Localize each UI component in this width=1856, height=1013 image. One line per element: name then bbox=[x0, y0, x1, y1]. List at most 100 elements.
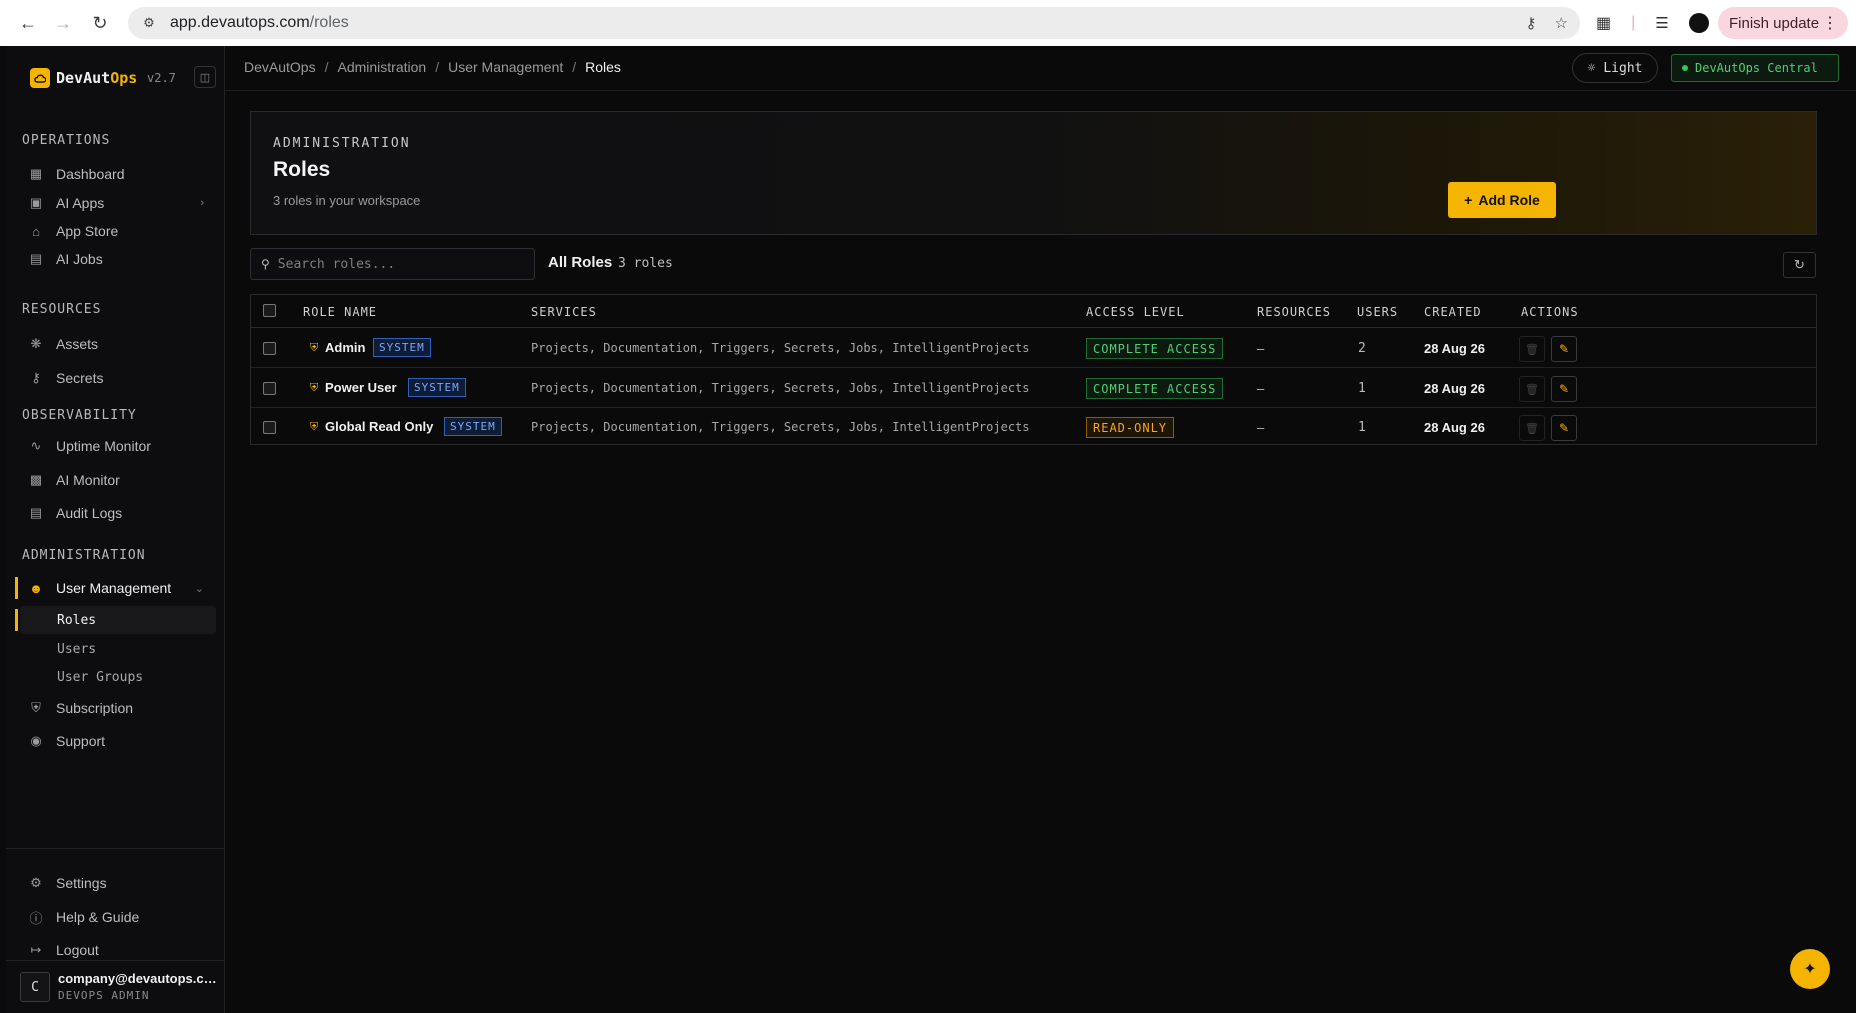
breadcrumb-item[interactable]: User Management bbox=[448, 59, 563, 75]
app-page: DevAutOps v2.7 ◫ OPERATIONS ▦ Dashboard ▣… bbox=[6, 46, 1856, 1013]
sidebar-item-settings[interactable]: ⚙ Settings bbox=[20, 868, 216, 898]
search-input[interactable] bbox=[277, 256, 518, 272]
column-header-resources[interactable]: RESOURCES bbox=[1257, 305, 1331, 319]
access-level-badge: READ-ONLY bbox=[1086, 417, 1175, 438]
sidebar-item-dashboard[interactable]: ▦ Dashboard bbox=[20, 159, 216, 189]
column-header-role-name[interactable]: ROLE NAME bbox=[303, 305, 377, 319]
password-key-icon[interactable]: ⚷ bbox=[1526, 14, 1537, 32]
sidebar-item-label: Uptime Monitor bbox=[56, 438, 151, 454]
role-name[interactable]: Admin bbox=[325, 340, 365, 355]
role-name[interactable]: Global Read Only bbox=[325, 419, 433, 434]
sidebar-item-label: Support bbox=[56, 733, 106, 749]
role-resources: – bbox=[1257, 381, 1265, 396]
role-name[interactable]: Power User bbox=[325, 380, 397, 395]
site-settings-icon[interactable]: ⚙ bbox=[138, 12, 160, 34]
sidebar-item-label: App Store bbox=[56, 223, 119, 239]
role-created: 28 Aug 26 bbox=[1424, 341, 1485, 356]
collapse-sidebar-icon[interactable]: ◫ bbox=[194, 66, 216, 88]
reload-icon[interactable]: ↻ bbox=[83, 6, 117, 40]
section-resources: RESOURCES bbox=[22, 302, 102, 317]
toolbar-divider: | bbox=[1631, 14, 1636, 31]
sidebar-item-ai-jobs[interactable]: ▤ AI Jobs bbox=[20, 244, 216, 274]
avatar[interactable]: C bbox=[20, 972, 50, 1002]
gear-icon: ⚙ bbox=[30, 875, 42, 890]
sidebar-item-label: AI Jobs bbox=[56, 251, 103, 267]
breadcrumb-item[interactable]: DevAutOps bbox=[244, 59, 316, 75]
shield-icon: ⛨ bbox=[310, 342, 319, 354]
grid-icon: ▦ bbox=[29, 166, 43, 181]
breadcrumb: DevAutOps / Administration / User Manage… bbox=[244, 59, 621, 75]
environment-badge[interactable]: DevAutOps Central bbox=[1671, 54, 1839, 82]
search-field[interactable]: ⚲ bbox=[250, 248, 535, 280]
column-header-created[interactable]: CREATED bbox=[1424, 305, 1482, 319]
sidebar-item-ai-monitor[interactable]: ▩ AI Monitor bbox=[20, 465, 216, 495]
sidebar-item-roles[interactable]: Roles bbox=[20, 606, 216, 634]
theme-toggle-label: Light bbox=[1603, 60, 1643, 76]
cube-icon: ❋ bbox=[30, 336, 42, 351]
sidebar-item-subscription[interactable]: ⛨ Subscription bbox=[20, 693, 216, 723]
sidebar-divider bbox=[6, 960, 225, 961]
system-badge: SYSTEM bbox=[373, 338, 431, 357]
sidebar-item-ai-apps[interactable]: ▣ AI Apps › bbox=[20, 188, 216, 218]
bookmark-star-icon[interactable]: ☆ bbox=[1555, 14, 1568, 32]
add-role-button[interactable]: + Add Role bbox=[1448, 182, 1556, 218]
more-menu-icon[interactable]: ⋮ bbox=[1822, 13, 1838, 33]
table-row[interactable]: ⛨ Power User SYSTEM Projects, Documentat… bbox=[251, 369, 1816, 408]
address-bar[interactable]: ⚙ app.devautops.com/roles ⚷ ☆ bbox=[128, 7, 1580, 39]
user-role: DEVOPS ADMIN bbox=[58, 989, 150, 1002]
table-row[interactable]: ⛨ Admin SYSTEM Projects, Documentation, … bbox=[251, 329, 1816, 368]
sidebar-item-label: Secrets bbox=[56, 370, 104, 386]
access-level-badge: COMPLETE ACCESS bbox=[1086, 338, 1224, 359]
edit-pencil-icon[interactable]: ✎ bbox=[1551, 415, 1577, 441]
delete-icon: 🗑 bbox=[1519, 336, 1545, 362]
sidebar-item-app-store[interactable]: ⌂ App Store bbox=[20, 216, 216, 246]
sidebar-item-audit-logs[interactable]: ▤ Audit Logs bbox=[20, 498, 216, 528]
edit-pencil-icon[interactable]: ✎ bbox=[1551, 376, 1577, 402]
select-all-checkbox[interactable] bbox=[263, 304, 276, 317]
sidebar-item-label: Audit Logs bbox=[56, 505, 123, 521]
role-count: 3 roles bbox=[618, 256, 673, 271]
brand[interactable]: DevAutOps bbox=[30, 68, 137, 88]
brand-name: DevAutOps bbox=[56, 69, 138, 87]
sun-icon: ☼ bbox=[1587, 60, 1596, 76]
table-row[interactable]: ⛨ Global Read Only SYSTEM Projects, Docu… bbox=[251, 408, 1816, 447]
extensions-icon[interactable]: ▦ bbox=[1596, 13, 1611, 33]
sidebar-item-support[interactable]: ◉ Support bbox=[20, 726, 216, 756]
sidebar-item-help[interactable]: ⓘ Help & Guide bbox=[20, 902, 216, 932]
sidebar-item-label: Settings bbox=[56, 875, 107, 891]
breadcrumb-separator: / bbox=[572, 59, 577, 75]
sidebar-item-user-groups[interactable]: User Groups bbox=[20, 663, 216, 691]
edit-pencil-icon[interactable]: ✎ bbox=[1551, 336, 1577, 362]
row-checkbox[interactable] bbox=[263, 421, 276, 434]
sidebar: DevAutOps v2.7 ◫ OPERATIONS ▦ Dashboard ▣… bbox=[6, 46, 225, 1013]
finish-update-button[interactable]: Finish update ⋮ bbox=[1718, 7, 1848, 39]
window-icon: ▣ bbox=[29, 195, 43, 210]
search-icon: ⚲ bbox=[261, 257, 270, 271]
sidebar-item-secrets[interactable]: ⚷ Secrets bbox=[20, 363, 216, 393]
back-icon[interactable]: ← bbox=[11, 6, 45, 40]
url-text: app.devautops.com/roles bbox=[170, 14, 349, 31]
sidebar-item-user-management[interactable]: ☻ User Management ⌄ bbox=[20, 573, 216, 603]
row-checkbox[interactable] bbox=[263, 382, 276, 395]
refresh-icon[interactable]: ↻ bbox=[1783, 252, 1816, 278]
forward-icon[interactable]: → bbox=[46, 6, 80, 40]
sidebar-item-users[interactable]: Users bbox=[20, 635, 216, 663]
ai-assistant-sparkle-icon[interactable]: ✦ bbox=[1790, 949, 1830, 989]
sidebar-item-label: Assets bbox=[56, 336, 99, 352]
row-checkbox[interactable] bbox=[263, 342, 276, 355]
store-icon: ⌂ bbox=[32, 223, 40, 239]
column-header-services[interactable]: SERVICES bbox=[531, 305, 597, 319]
sidebar-item-uptime-monitor[interactable]: ∿ Uptime Monitor bbox=[20, 431, 216, 461]
media-queue-icon[interactable]: ☰ bbox=[1655, 14, 1668, 32]
page-subtitle: 3 roles in your workspace bbox=[273, 193, 421, 208]
column-header-access-level[interactable]: ACCESS LEVEL bbox=[1086, 305, 1185, 319]
role-services: Projects, Documentation, Triggers, Secre… bbox=[531, 420, 1030, 434]
access-level-badge: COMPLETE ACCESS bbox=[1086, 378, 1224, 399]
role-users: 1 bbox=[1358, 420, 1366, 435]
sidebar-item-assets[interactable]: ❋ Assets bbox=[20, 329, 216, 359]
breadcrumb-item[interactable]: Administration bbox=[337, 59, 426, 75]
page-title: Roles bbox=[273, 158, 331, 181]
theme-toggle-button[interactable]: ☼ Light bbox=[1572, 53, 1658, 83]
column-header-users[interactable]: USERS bbox=[1357, 305, 1398, 319]
profile-avatar[interactable] bbox=[1688, 13, 1709, 33]
